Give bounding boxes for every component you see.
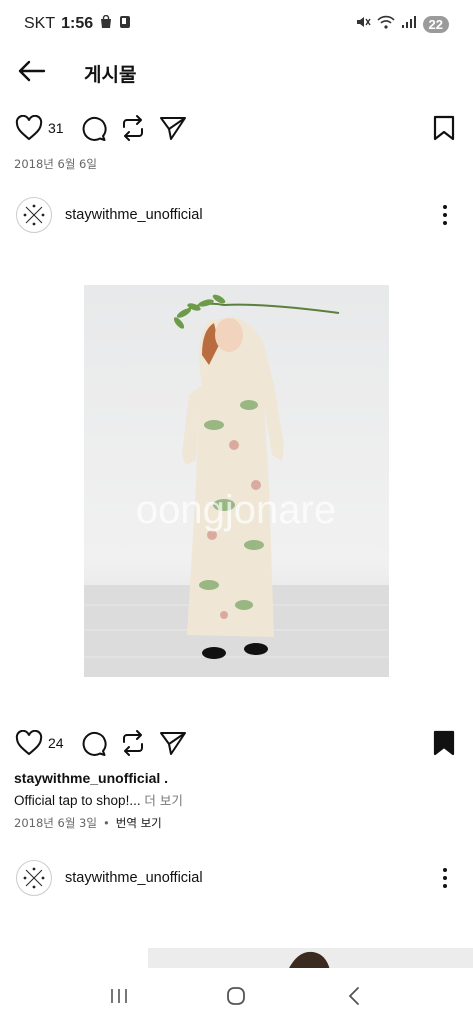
avatar[interactable] (16, 860, 52, 896)
caption-text: Official tap to shop!... (14, 793, 141, 808)
app-header: 게시물 (0, 50, 473, 96)
post2-date: 2018년 6월 3일 (14, 816, 97, 830)
wifi-icon (376, 14, 395, 35)
post2-header: staywithme_unofficial (0, 195, 473, 235)
comment-icon[interactable] (78, 113, 108, 143)
heart-icon[interactable] (14, 113, 44, 143)
back-nav-icon[interactable] (334, 976, 374, 1016)
shopping-bag-icon (99, 14, 113, 34)
post1-date: 2018년 6월 6일 (14, 157, 97, 171)
avatar[interactable] (16, 197, 52, 233)
caption: Official tap to shop!... 더 보기 (14, 790, 183, 809)
home-icon[interactable] (216, 976, 256, 1016)
repost-icon[interactable] (118, 113, 148, 143)
like-count: 31 (48, 120, 64, 136)
heart-icon[interactable] (14, 728, 44, 758)
battery-indicator: 22 (422, 15, 449, 33)
clock: 1:56 (61, 15, 94, 32)
post1-action-row: 31 (0, 110, 473, 146)
caption-username[interactable]: staywithme_unofficial . (14, 770, 168, 786)
username[interactable]: staywithme_unofficial (65, 207, 203, 223)
next-post-photo[interactable] (148, 948, 473, 970)
status-right: 22 (355, 14, 449, 35)
more-options-icon[interactable] (435, 864, 455, 892)
notification-icon (119, 15, 131, 34)
comment-icon[interactable] (78, 728, 108, 758)
caption-more-link[interactable]: 더 보기 (144, 793, 182, 808)
mute-icon (355, 14, 371, 35)
system-nav-bar (0, 968, 473, 1024)
post2-meta: 2018년 6월 3일 • 번역 보기 (14, 815, 162, 831)
page-title: 게시물 (84, 63, 137, 86)
status-left: SKT 1:56 (24, 14, 131, 34)
bookmark-icon[interactable] (429, 113, 459, 143)
post3-header: staywithme_unofficial (0, 858, 473, 898)
translate-link[interactable]: 번역 보기 (116, 815, 162, 831)
photo-watermark: oongjonare (136, 488, 336, 532)
repost-icon[interactable] (118, 728, 148, 758)
meta-separator: • (102, 816, 110, 830)
username[interactable]: staywithme_unofficial (65, 870, 203, 886)
post2-action-row: 24 (0, 725, 473, 761)
share-icon[interactable] (158, 113, 188, 143)
post-photo[interactable]: oongjonare (84, 285, 389, 677)
arrow-left-icon[interactable] (18, 60, 46, 87)
share-icon[interactable] (158, 728, 188, 758)
more-options-icon[interactable] (435, 201, 455, 229)
like-count: 24 (48, 735, 64, 751)
bookmark-filled-icon[interactable] (429, 728, 459, 758)
status-bar: SKT 1:56 22 (0, 0, 473, 48)
recent-apps-icon[interactable] (99, 976, 139, 1016)
signal-icon (401, 15, 417, 34)
carrier-label: SKT (24, 15, 56, 32)
